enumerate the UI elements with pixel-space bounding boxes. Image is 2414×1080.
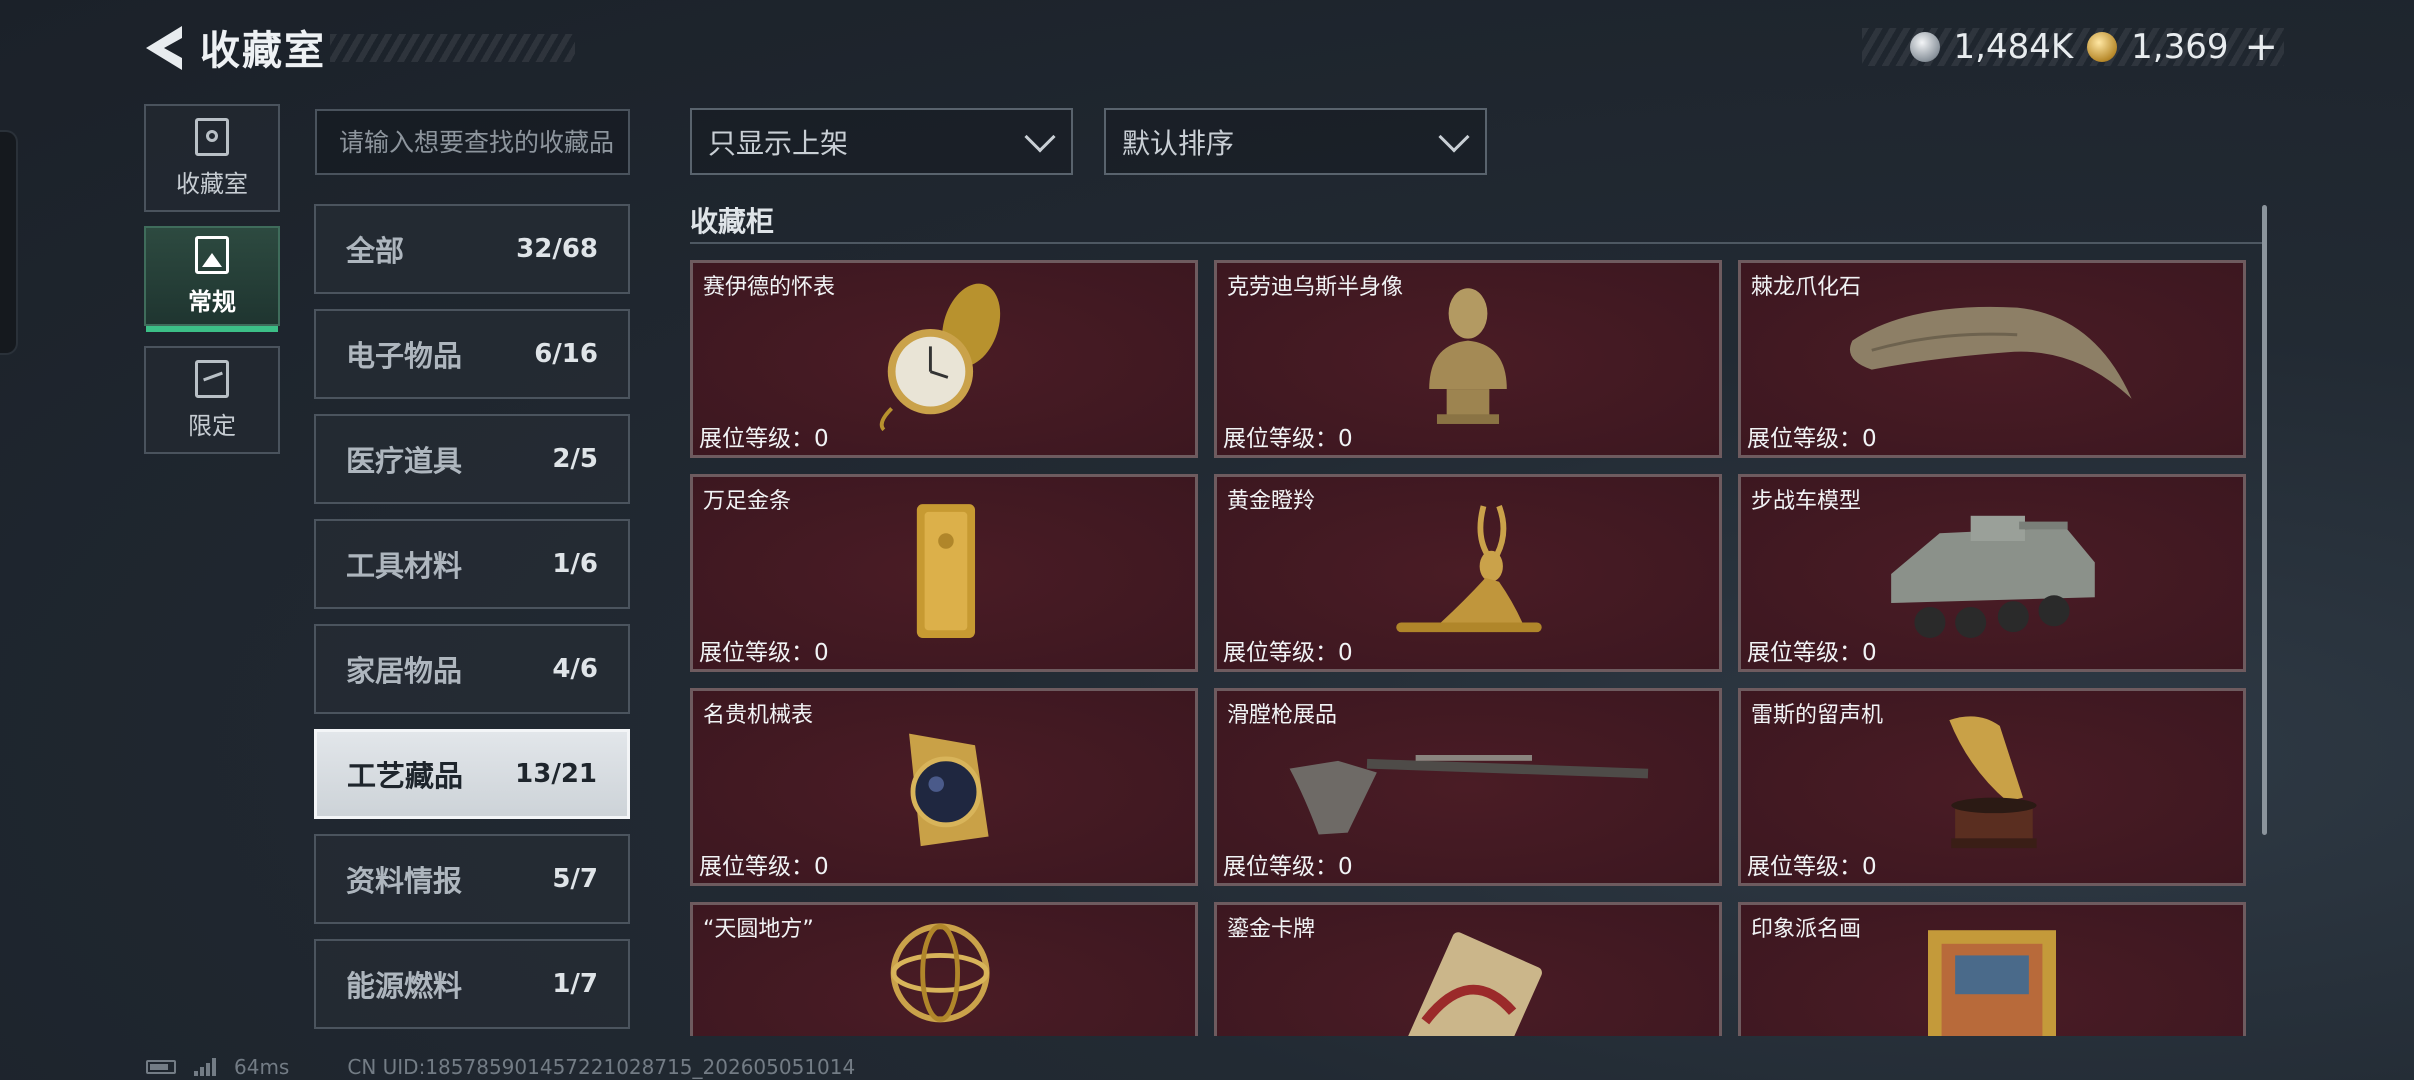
card-level: 展位等级：0 xyxy=(1223,854,1353,880)
silver-currency-value: 1,484K xyxy=(1953,27,2074,67)
side-tab-label: 常规 xyxy=(188,287,236,316)
category-name: 工具材料 xyxy=(346,549,463,583)
card-level: 展位等级：0 xyxy=(699,640,829,666)
collection-grid: 赛伊德的怀表 展位等级：0 克劳迪乌斯半身像 展位等级：0 棘龙爪化石 展位等级… xyxy=(690,260,2246,1036)
collection-card[interactable]: 雷斯的留声机 展位等级：0 xyxy=(1738,688,2246,886)
category-medical[interactable]: 医疗道具 2/5 xyxy=(314,414,630,504)
collection-card[interactable]: 黄金瞪羚 展位等级：0 xyxy=(1214,474,1722,672)
signal-icon xyxy=(194,1058,216,1076)
category-name: 电子物品 xyxy=(346,339,463,373)
category-crafts[interactable]: 工艺藏品 13/21 xyxy=(314,729,630,819)
card-name: 赛伊德的怀表 xyxy=(703,275,836,300)
category-count: 1/7 xyxy=(552,969,598,999)
card-level: 展位等级：0 xyxy=(1223,426,1353,452)
collection-card[interactable]: 名贵机械表 展位等级：0 xyxy=(690,688,1198,886)
category-name: 资料情报 xyxy=(346,864,463,898)
card-level: 展位等级：0 xyxy=(1223,640,1353,666)
regular-icon xyxy=(195,235,229,274)
category-intel[interactable]: 资料情报 5/7 xyxy=(314,834,630,924)
category-energy[interactable]: 能源燃料 1/7 xyxy=(314,939,630,1029)
card-level: 展位等级：0 xyxy=(1747,426,1877,452)
side-tab-collection-room[interactable]: 收藏室 xyxy=(144,104,280,212)
collection-card[interactable]: 棘龙爪化石 展位等级：0 xyxy=(1738,260,2246,458)
chevron-down-icon xyxy=(1438,120,1470,153)
collection-card[interactable]: 印象派名画 xyxy=(1738,902,2246,1036)
title-stripe xyxy=(330,34,575,62)
dropdown-value: 只显示上架 xyxy=(708,126,849,160)
battery-icon xyxy=(146,1060,176,1074)
gold-coin-icon xyxy=(2087,32,2118,62)
status-footer: 64ms CN UID:18578590145722102871​5_20260… xyxy=(146,1055,855,1079)
category-household[interactable]: 家居物品 4/6 xyxy=(314,624,630,714)
card-level: 展位等级：0 xyxy=(699,854,829,880)
collection-card[interactable]: 赛伊德的怀表 展位等级：0 xyxy=(690,260,1198,458)
silver-coin-icon xyxy=(1909,32,1940,62)
card-name: 棘龙爪化石 xyxy=(1751,275,1862,300)
category-tools[interactable]: 工具材料 1/6 xyxy=(314,519,630,609)
back-button[interactable] xyxy=(140,22,190,74)
currency-bar: 1,484K 1,369 + xyxy=(1862,24,2284,70)
category-count: 2/5 xyxy=(552,444,598,474)
card-name: 印象派名画 xyxy=(1751,917,1862,942)
category-name: 工艺藏品 xyxy=(347,759,464,793)
collection-card[interactable]: 滑膛枪展品 展位等级：0 xyxy=(1214,688,1722,886)
category-name: 能源燃料 xyxy=(346,969,463,1003)
category-electronics[interactable]: 电子物品 6/16 xyxy=(314,309,630,399)
category-count: 1/6 xyxy=(552,549,598,579)
category-name: 医疗道具 xyxy=(346,444,463,478)
side-tab-limited[interactable]: 限定 xyxy=(144,346,280,454)
card-name: 雷斯的留声机 xyxy=(1751,703,1884,728)
sort-dropdown[interactable]: 默认排序 xyxy=(1104,108,1487,175)
card-name: 滑膛枪展品 xyxy=(1227,703,1338,728)
collection-card[interactable]: 步战车模型 展位等级：0 xyxy=(1738,474,2246,672)
collection-search-input[interactable] xyxy=(315,109,630,175)
grid-scrollbar[interactable] xyxy=(2262,205,2267,835)
section-divider xyxy=(690,242,2262,244)
limited-icon xyxy=(195,359,229,398)
side-tab-label: 收藏室 xyxy=(176,169,248,198)
collection-card[interactable]: 万足金条 展位等级：0 xyxy=(690,474,1198,672)
category-count: 32/68 xyxy=(516,234,598,264)
card-name: 克劳迪乌斯半身像 xyxy=(1227,275,1404,300)
card-name: 步战车模型 xyxy=(1751,489,1862,514)
card-name: “天圆地方” xyxy=(703,917,814,942)
show-filter-dropdown[interactable]: 只显示上架 xyxy=(690,108,1073,175)
gold-currency-value: 1,369 xyxy=(2131,27,2229,67)
side-tab-regular[interactable]: 常规 xyxy=(144,226,280,332)
card-name: 万足金条 xyxy=(703,489,792,514)
collection-room-icon xyxy=(195,117,229,156)
card-name: 鎏金卡牌 xyxy=(1227,917,1316,942)
left-edge-handle xyxy=(0,130,18,355)
category-count: 13/21 xyxy=(515,759,597,789)
category-count: 5/7 xyxy=(552,864,598,894)
card-name: 黄金瞪羚 xyxy=(1227,489,1316,514)
collection-card[interactable]: “天圆地方” xyxy=(690,902,1198,1036)
card-level: 展位等级：0 xyxy=(1747,854,1877,880)
category-count: 4/6 xyxy=(552,654,598,684)
uid-text: CN UID:18578590145722102871​5_2026050510… xyxy=(347,1055,856,1079)
page-title-wrap: 收藏室 xyxy=(200,22,326,74)
card-name: 名贵机械表 xyxy=(703,703,814,728)
category-name: 全部 xyxy=(346,234,405,268)
category-count: 6/16 xyxy=(534,339,598,369)
section-title: 收藏柜 xyxy=(690,205,775,238)
chevron-down-icon xyxy=(1024,120,1056,153)
back-arrow-icon xyxy=(146,26,182,70)
add-currency-button[interactable]: + xyxy=(2244,24,2278,70)
category-all[interactable]: 全部 32/68 xyxy=(314,204,630,294)
active-tab-indicator xyxy=(146,326,278,332)
page-title: 收藏室 xyxy=(200,28,326,74)
side-tab-label: 限定 xyxy=(188,411,236,440)
card-level: 展位等级：0 xyxy=(699,426,829,452)
ping-value: 64ms xyxy=(234,1055,290,1079)
card-level: 展位等级：0 xyxy=(1747,640,1877,666)
category-name: 家居物品 xyxy=(346,654,463,688)
collection-card[interactable]: 克劳迪乌斯半身像 展位等级：0 xyxy=(1214,260,1722,458)
collection-card[interactable]: 鎏金卡牌 xyxy=(1214,902,1722,1036)
dropdown-value: 默认排序 xyxy=(1122,126,1235,160)
